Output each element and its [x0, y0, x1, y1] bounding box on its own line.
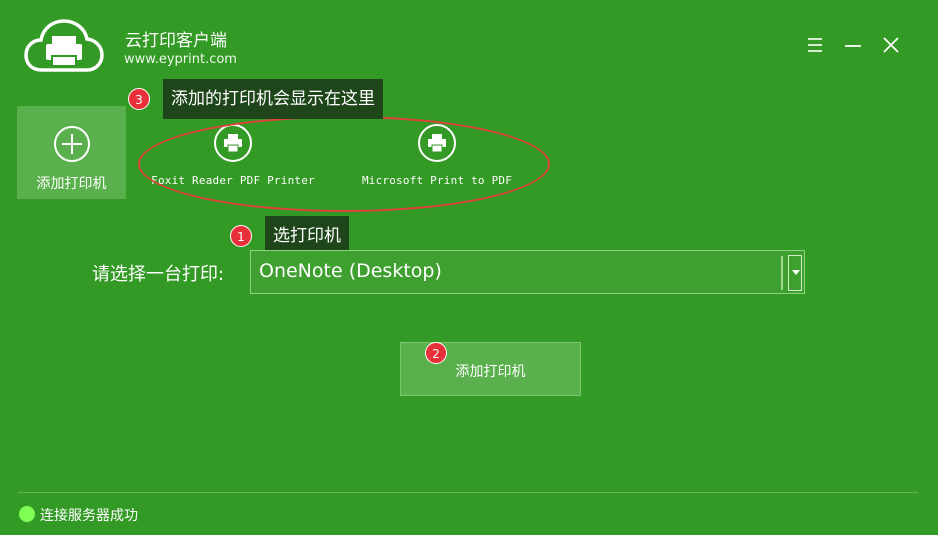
select-divider: [781, 256, 783, 290]
printer-icon: [418, 124, 456, 162]
callout-badge-1: 1: [230, 225, 252, 247]
callout-tooltip-3: 添加的打印机会显示在这里: [163, 79, 383, 119]
printer-item-foxit[interactable]: Foxit Reader PDF Printer: [140, 124, 326, 187]
status-text: 连接服务器成功: [40, 508, 138, 524]
footer-divider: [18, 492, 918, 493]
printer-name: Microsoft Print to PDF: [361, 174, 513, 187]
printer-select-value: OneNote (Desktop): [259, 260, 442, 282]
client-window: 云打印客户端 www.eyprint.com 添加打印机 Foxit Reade…: [0, 0, 938, 535]
callout-badge-3: 3: [128, 88, 150, 110]
select-printer-label: 请选择一台打印:: [92, 264, 225, 285]
close-icon[interactable]: [876, 30, 906, 60]
printer-icon: [214, 124, 252, 162]
printer-name: Foxit Reader PDF Printer: [151, 174, 315, 187]
app-url: www.eyprint.com: [124, 52, 237, 67]
minimize-icon[interactable]: [838, 30, 868, 60]
add-printer-tile-label: 添加打印机: [36, 176, 107, 192]
printer-select[interactable]: OneNote (Desktop): [250, 250, 805, 294]
add-printer-tile[interactable]: 添加打印机: [17, 106, 126, 199]
app-title: 云打印客户端: [125, 31, 227, 51]
plus-circle-icon: [54, 126, 90, 162]
cloud-printer-logo: [24, 19, 104, 72]
callout-badge-2: 2: [425, 342, 447, 364]
dropdown-button[interactable]: [788, 255, 802, 291]
add-printer-button-label: 添加打印机: [455, 364, 526, 380]
chevron-down-icon: [792, 270, 800, 275]
menu-icon[interactable]: [800, 30, 830, 60]
status-indicator-icon: [19, 506, 35, 522]
printer-item-ms-pdf[interactable]: Microsoft Print to PDF: [352, 124, 522, 187]
